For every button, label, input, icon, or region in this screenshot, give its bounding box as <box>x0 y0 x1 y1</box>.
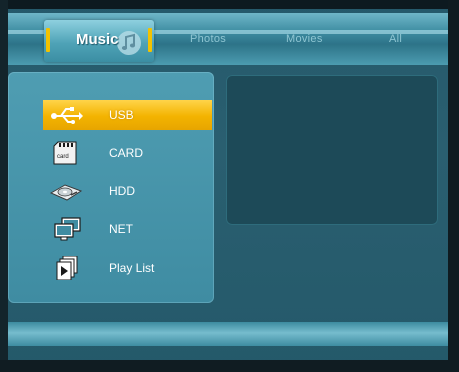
network-icon <box>54 217 81 241</box>
bottom-info-bar <box>8 322 448 346</box>
usb-icon <box>51 107 83 124</box>
bottom-border <box>0 360 459 372</box>
hdd-icon <box>49 184 83 201</box>
tab-music[interactable]: Music <box>44 20 154 62</box>
tab-bracket-left <box>46 28 50 52</box>
right-border <box>448 0 459 372</box>
playlist-icon <box>56 256 78 280</box>
media-menu-screen: Photos Movies All Music USB card CARD HD… <box>0 0 459 372</box>
source-item-label: HDD <box>109 184 135 198</box>
source-item-label: NET <box>109 222 133 236</box>
preview-pane <box>226 75 438 225</box>
source-item-label: CARD <box>109 146 144 160</box>
tab-photos[interactable]: Photos <box>190 33 226 45</box>
tab-bracket-right <box>148 28 152 52</box>
card-icon: card <box>53 141 77 165</box>
source-item-hdd[interactable]: HDD <box>43 176 212 206</box>
source-item-usb[interactable]: USB <box>43 100 212 130</box>
source-item-net[interactable]: NET <box>43 214 212 244</box>
source-item-label: Play List <box>109 261 155 275</box>
music-note-icon <box>117 31 141 55</box>
tab-music-label: Music <box>76 31 119 48</box>
source-item-card[interactable]: card CARD <box>43 138 212 168</box>
source-item-label: USB <box>109 108 134 122</box>
tab-all[interactable]: All <box>389 33 402 45</box>
tab-movies[interactable]: Movies <box>286 33 323 45</box>
source-item-play-list[interactable]: Play List <box>43 253 212 283</box>
top-border <box>0 0 459 9</box>
card-icon-text: card <box>57 154 69 160</box>
left-border <box>0 0 8 372</box>
